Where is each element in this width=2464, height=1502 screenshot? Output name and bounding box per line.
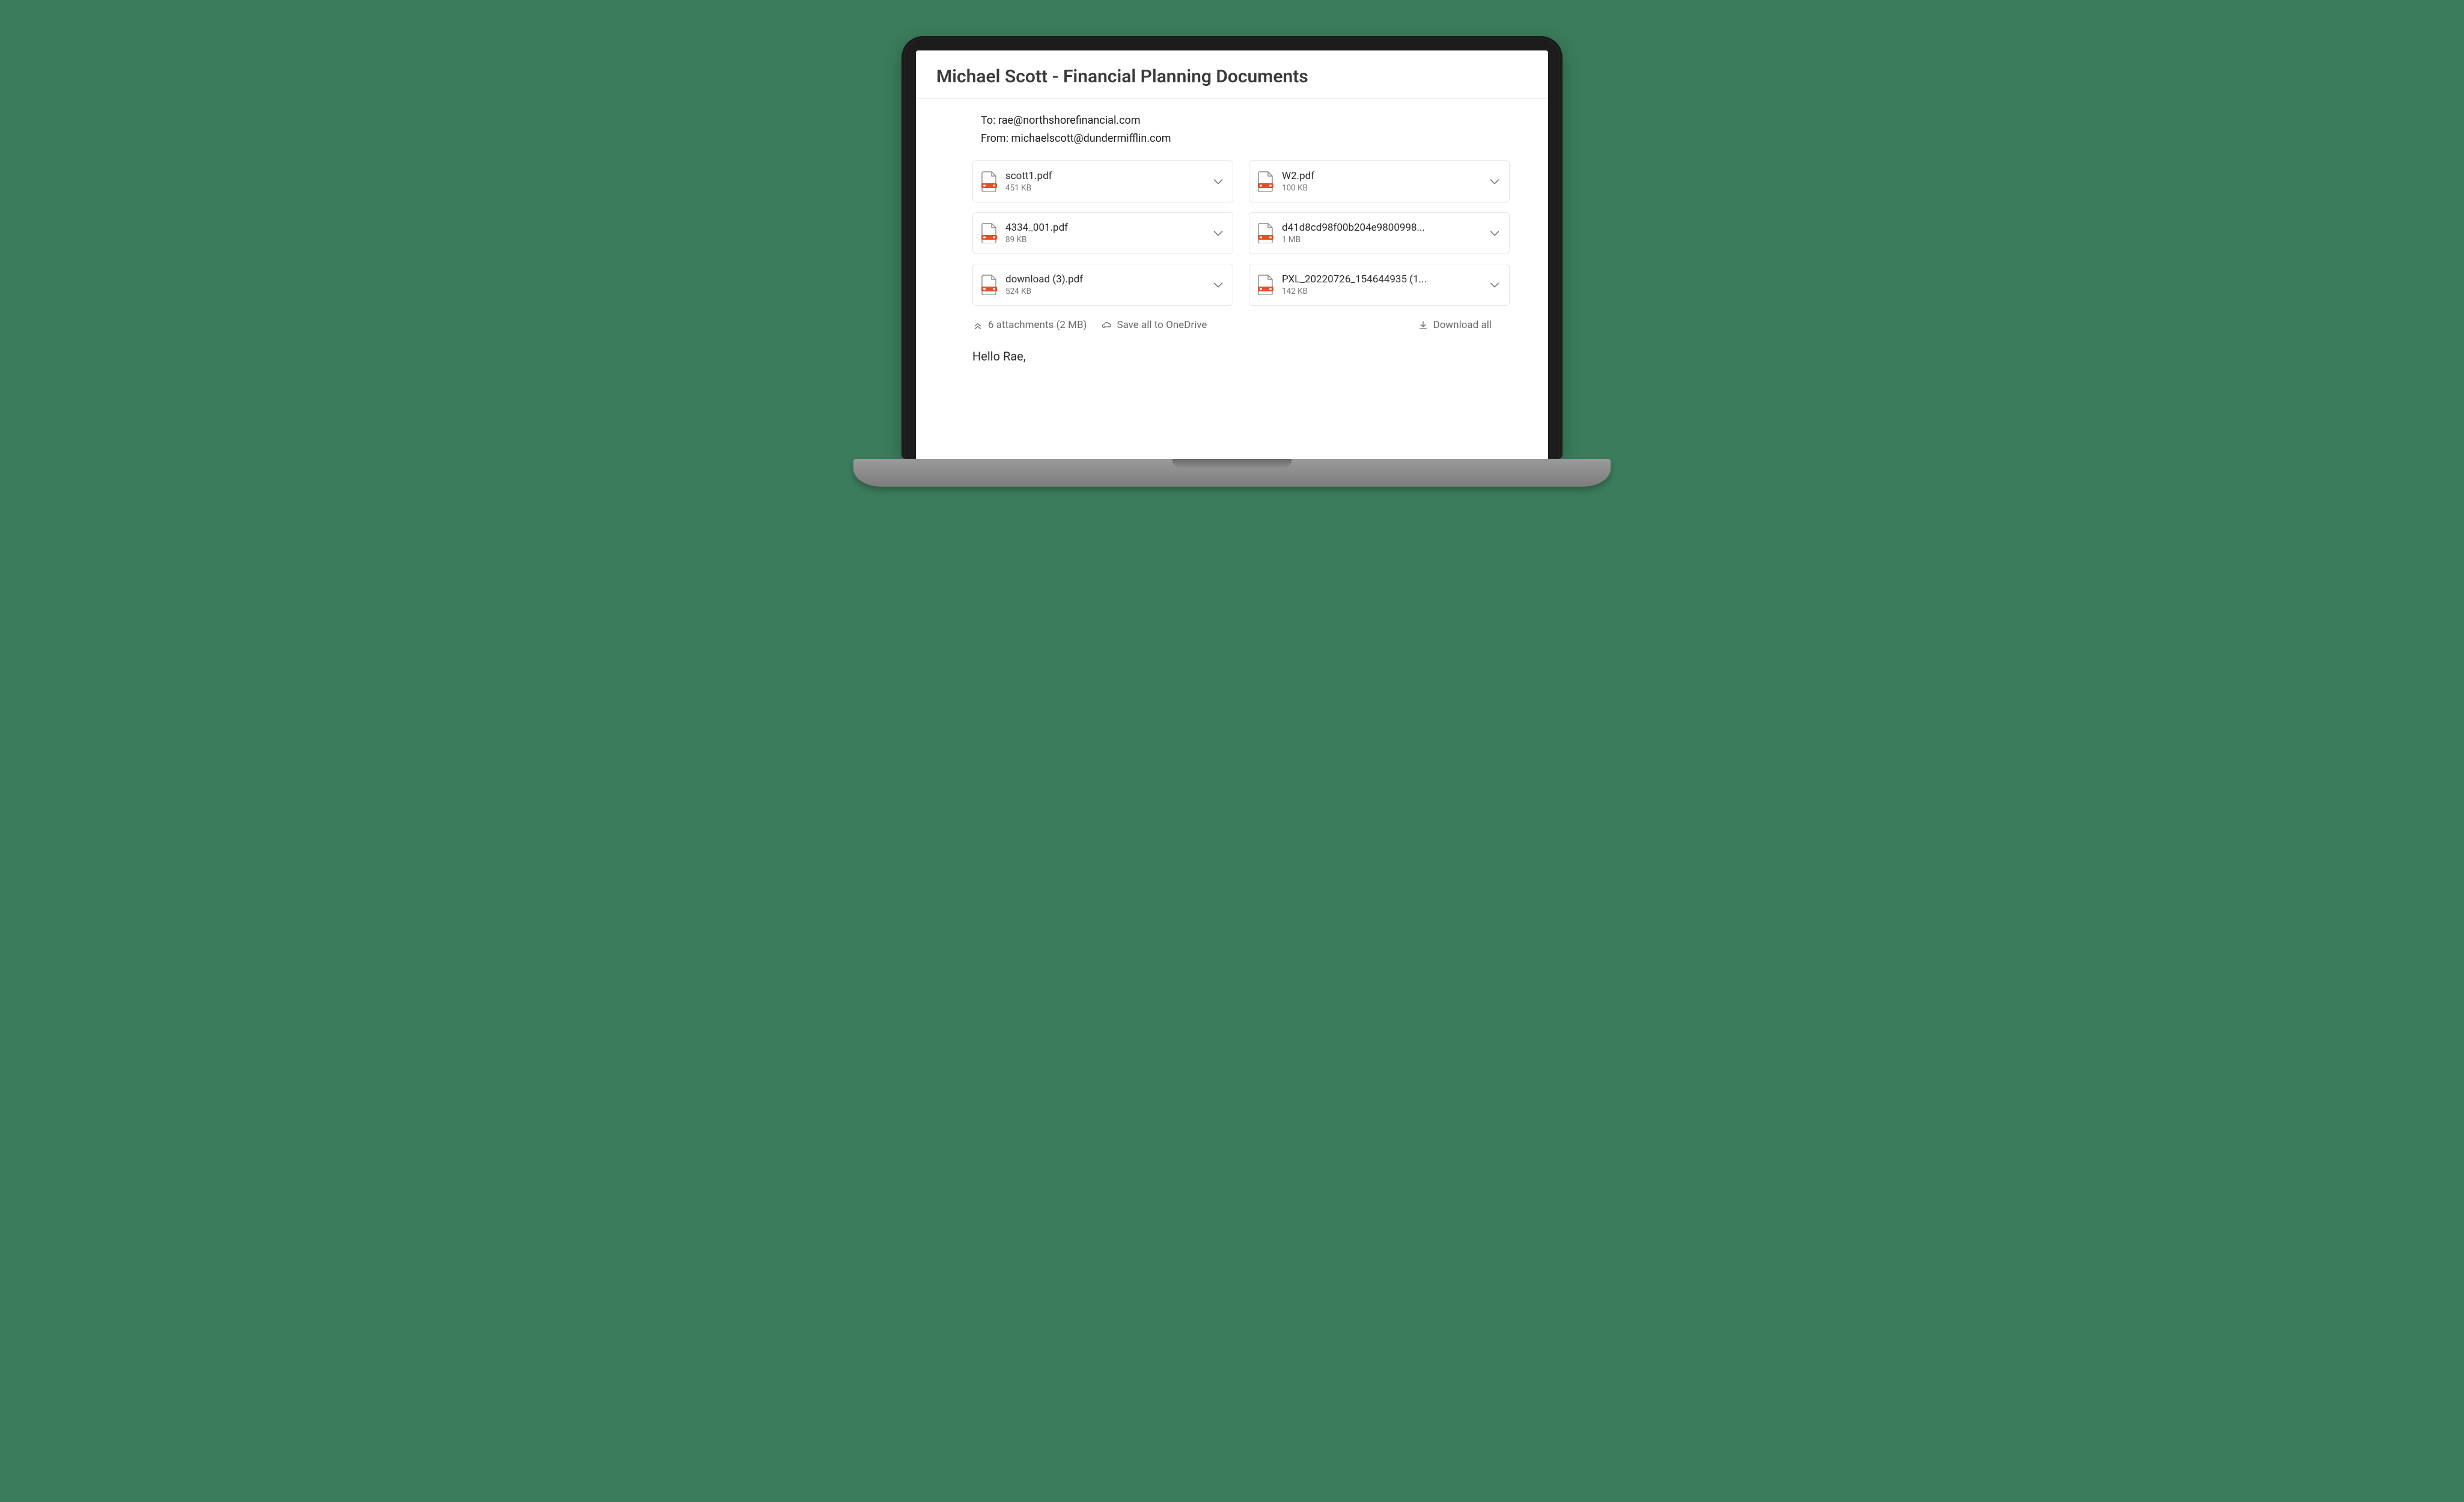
download-icon xyxy=(1418,320,1429,330)
download-all-label: Download all xyxy=(1433,319,1492,331)
attachments-footer: 6 attachments (2 MB) Save all to OneDriv… xyxy=(936,319,1528,331)
pdf-file-icon xyxy=(1257,223,1275,243)
to-address: rae@northshorefinancial.com xyxy=(998,114,1141,127)
attachment-name: d41d8cd98f00b204e9800998... xyxy=(1282,222,1479,234)
attachment-text: W2.pdf 100 KB xyxy=(1282,170,1479,193)
attachments-summary: 6 attachments (2 MB) xyxy=(988,319,1087,331)
attachment-text: scott1.pdf 451 KB xyxy=(1005,170,1203,193)
attachment-name: scott1.pdf xyxy=(1005,170,1203,182)
download-all-button[interactable]: Download all xyxy=(1418,319,1492,331)
attachment-size: 142 KB xyxy=(1282,287,1479,296)
cloud-icon xyxy=(1101,320,1112,330)
divider xyxy=(916,98,1548,99)
pdf-file-icon xyxy=(980,223,998,243)
attachment-item[interactable]: d41d8cd98f00b204e9800998... 1 MB xyxy=(1249,212,1510,254)
save-all-label: Save all to OneDrive xyxy=(1117,319,1207,331)
laptop-notch xyxy=(1172,459,1292,467)
attachment-text: download (3).pdf 524 KB xyxy=(1005,273,1203,296)
attachment-size: 451 KB xyxy=(1005,183,1203,193)
email-to-row: To: rae@northshorefinancial.com xyxy=(981,112,1528,130)
from-address: michaelscott@dundermifflin.com xyxy=(1011,132,1171,145)
pdf-file-icon xyxy=(980,275,998,295)
attachment-size: 1 MB xyxy=(1282,235,1479,245)
attachment-name: PXL_20220726_154644935 (1... xyxy=(1282,273,1479,285)
attachment-name: download (3).pdf xyxy=(1005,273,1203,285)
email-view: Michael Scott - Financial Planning Docum… xyxy=(916,50,1548,363)
attachment-size: 89 KB xyxy=(1005,235,1203,245)
chevron-down-icon[interactable] xyxy=(1486,276,1503,293)
laptop-bezel: Michael Scott - Financial Planning Docum… xyxy=(901,36,1563,459)
chevron-down-icon[interactable] xyxy=(1210,173,1227,190)
attachment-item[interactable]: 4334_001.pdf 89 KB xyxy=(972,212,1233,254)
email-body-greeting: Hello Rae, xyxy=(936,349,1528,363)
laptop-base xyxy=(853,459,1611,487)
email-from-row: From: michaelscott@dundermifflin.com xyxy=(981,130,1528,148)
laptop-mockup: Michael Scott - Financial Planning Docum… xyxy=(853,36,1611,487)
pdf-file-icon xyxy=(1257,275,1275,295)
attachment-name: 4334_001.pdf xyxy=(1005,222,1203,234)
attachment-text: PXL_20220726_154644935 (1... 142 KB xyxy=(1282,273,1479,296)
email-meta: To: rae@northshorefinancial.com From: mi… xyxy=(936,112,1528,147)
attachment-size: 524 KB xyxy=(1005,287,1203,296)
attachment-text: 4334_001.pdf 89 KB xyxy=(1005,222,1203,245)
attachment-text: d41d8cd98f00b204e9800998... 1 MB xyxy=(1282,222,1479,245)
chevron-down-icon[interactable] xyxy=(1486,173,1503,190)
attachment-item[interactable]: PXL_20220726_154644935 (1... 142 KB xyxy=(1249,264,1510,306)
chevrons-up-icon xyxy=(972,320,983,330)
attachment-item[interactable]: W2.pdf 100 KB xyxy=(1249,160,1510,202)
collapse-attachments-button[interactable]: 6 attachments (2 MB) xyxy=(972,319,1087,331)
chevron-down-icon[interactable] xyxy=(1210,225,1227,242)
chevron-down-icon[interactable] xyxy=(1210,276,1227,293)
attachment-item[interactable]: scott1.pdf 451 KB xyxy=(972,160,1233,202)
attachments-grid: scott1.pdf 451 KB xyxy=(936,160,1528,306)
to-label: To: xyxy=(981,114,996,127)
attachment-item[interactable]: download (3).pdf 524 KB xyxy=(972,264,1233,306)
attachment-size: 100 KB xyxy=(1282,183,1479,193)
from-label: From: xyxy=(981,132,1008,145)
email-subject: Michael Scott - Financial Planning Docum… xyxy=(936,66,1528,98)
screen: Michael Scott - Financial Planning Docum… xyxy=(916,50,1548,459)
save-all-onedrive-button[interactable]: Save all to OneDrive xyxy=(1101,319,1207,331)
chevron-down-icon[interactable] xyxy=(1486,225,1503,242)
pdf-file-icon xyxy=(1257,171,1275,192)
pdf-file-icon xyxy=(980,171,998,192)
attachment-name: W2.pdf xyxy=(1282,170,1479,182)
